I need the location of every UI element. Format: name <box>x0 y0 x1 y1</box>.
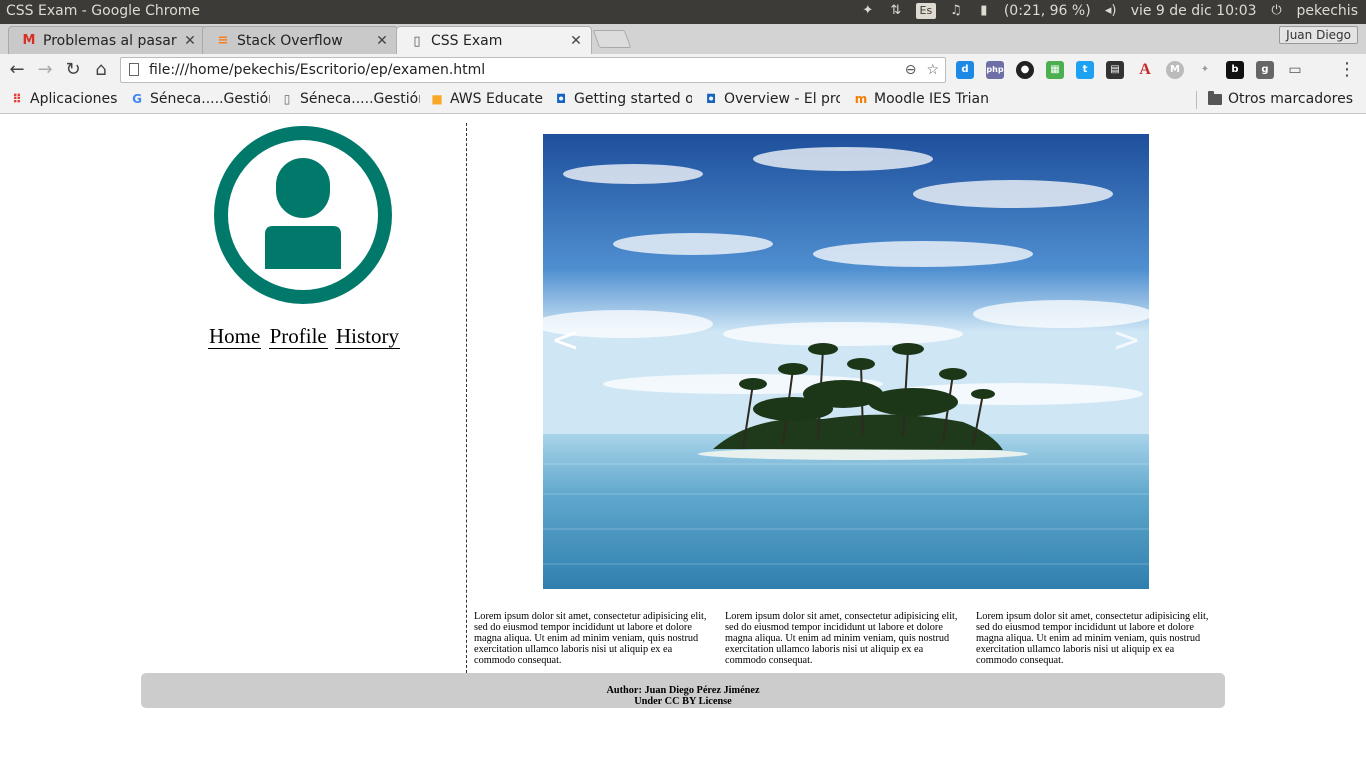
bookmarks-divider <box>1196 91 1197 109</box>
image-slider: < > <box>543 134 1149 589</box>
star-icon[interactable]: ☆ <box>926 58 939 82</box>
nav-link-history[interactable]: History <box>334 324 400 349</box>
sidebar: Home Profile History <box>141 123 467 673</box>
docs-icon: ◘ <box>705 92 717 106</box>
page-info-icon[interactable] <box>129 63 139 76</box>
system-tray: ✦ ⇅ Es ♫ ▮ (0:21, 96 %) ◂) vie 9 de dic … <box>860 3 1358 19</box>
forward-icon[interactable]: → <box>34 59 56 81</box>
user-avatar-icon <box>214 126 392 304</box>
tab-label: Problemas al pasar <box>43 32 177 49</box>
extension-a-icon[interactable]: A <box>1136 61 1154 79</box>
bell-icon[interactable]: ♫ <box>948 3 964 19</box>
bookmark-item[interactable]: G Séneca.....Gestión <box>130 91 270 107</box>
close-icon[interactable]: ✕ <box>375 33 389 49</box>
bookmark-item[interactable]: ■ AWS Educate <box>430 91 543 107</box>
slider-prev-button[interactable]: < <box>551 320 580 360</box>
footer-author: Author: Juan Diego Pérez Jiménez <box>606 685 760 696</box>
article-text: Lorem ipsum dolor sit amet, consectetur … <box>725 611 958 666</box>
new-tab-button[interactable] <box>592 30 632 48</box>
gmail-icon: M <box>22 33 36 48</box>
bookmark-other-folder[interactable]: Otros marcadores <box>1208 90 1353 107</box>
menu-icon[interactable]: ⋮ <box>1338 59 1356 80</box>
battery-status[interactable]: (0:21, 96 %) <box>1004 3 1091 19</box>
keyboard-layout-indicator[interactable]: Es <box>915 3 936 19</box>
page-icon: ▯ <box>413 33 421 49</box>
extension-d-icon[interactable]: d <box>956 61 974 79</box>
os-top-bar: CSS Exam - Google Chrome ✦ ⇅ Es ♫ ▮ (0:2… <box>0 0 1366 24</box>
web-page: Home Profile History < > Lorem ipsum dol… <box>0 115 1366 768</box>
browser-toolbar: ← → ↻ ⌂ file:///home/pekechis/Escritorio… <box>0 54 1366 86</box>
bookmark-item[interactable]: ▯ Séneca.....Gestión <box>280 91 420 107</box>
tab-stack-overflow[interactable]: ≡ Stack Overflow ✕ <box>202 26 398 54</box>
tropical-island-image <box>543 134 1149 589</box>
window-title: CSS Exam - Google Chrome <box>6 3 201 19</box>
volume-icon[interactable]: ◂) <box>1103 3 1119 19</box>
bookmark-item[interactable]: ◘ Overview - El pro <box>704 91 840 107</box>
tab-label: CSS Exam <box>431 33 503 49</box>
cast-icon[interactable]: ▭ <box>1286 61 1304 79</box>
zoom-icon[interactable]: ⊖ <box>905 58 917 82</box>
bookmarks-bar: ⠿ Aplicaciones G Séneca.....Gestión ▯ Sé… <box>0 86 1366 114</box>
reload-icon[interactable]: ↻ <box>62 59 84 81</box>
battery-icon[interactable]: ▮ <box>976 3 992 19</box>
clock[interactable]: vie 9 de dic 10:03 <box>1131 3 1257 19</box>
bookmark-item[interactable]: ◘ Getting started o <box>554 91 692 107</box>
dropbox-icon[interactable]: ✦ <box>1196 61 1214 79</box>
back-icon[interactable]: ← <box>6 59 28 81</box>
extension-b-icon[interactable]: b <box>1226 61 1244 79</box>
profile-button[interactable]: Juan Diego <box>1279 26 1358 44</box>
tab-label: Stack Overflow <box>237 32 343 49</box>
address-bar[interactable]: file:///home/pekechis/Escritorio/ep/exam… <box>120 57 946 83</box>
main-nav: Home Profile History <box>141 324 467 349</box>
slider-next-button[interactable]: > <box>1113 320 1142 360</box>
moodle-icon: m <box>854 92 868 106</box>
aws-box-icon: ■ <box>431 92 443 106</box>
power-icon[interactable]: ⏻ <box>1269 3 1285 19</box>
page-footer: Author: Juan Diego Pérez Jiménez Under C… <box>141 673 1225 708</box>
close-icon[interactable]: ✕ <box>569 33 583 49</box>
tab-css-exam[interactable]: ▯ CSS Exam ✕ <box>396 26 592 55</box>
bookmark-apps[interactable]: ⠿ Aplicaciones <box>10 91 117 107</box>
docs-icon: ◘ <box>555 92 567 106</box>
extension-js-icon[interactable]: ▦ <box>1046 61 1064 79</box>
extension-film-icon[interactable]: ▤ <box>1106 61 1124 79</box>
article-text: Lorem ipsum dolor sit amet, consectetur … <box>474 611 707 666</box>
tab-gmail[interactable]: M Problemas al pasar ✕ <box>8 26 206 54</box>
dropbox-tray-icon[interactable]: ✦ <box>860 3 876 19</box>
nav-link-profile[interactable]: Profile <box>268 324 328 349</box>
close-icon[interactable]: ✕ <box>183 33 197 49</box>
folder-icon <box>1208 90 1222 105</box>
page-icon: ▯ <box>283 92 291 106</box>
nav-link-home[interactable]: Home <box>208 324 262 349</box>
extension-color-icon[interactable]: ● <box>1016 61 1034 79</box>
apps-grid-icon: ⠿ <box>12 92 22 106</box>
articles-row: Lorem ipsum dolor sit amet, consectetur … <box>474 611 1224 666</box>
url-text[interactable]: file:///home/pekechis/Escritorio/ep/exam… <box>149 62 485 78</box>
stackoverflow-icon: ≡ <box>217 33 229 48</box>
extension-m-icon[interactable]: M <box>1166 61 1184 79</box>
article-text: Lorem ipsum dolor sit amet, consectetur … <box>976 611 1209 666</box>
network-icon[interactable]: ⇅ <box>888 3 904 19</box>
tab-strip: M Problemas al pasar ✕ ≡ Stack Overflow … <box>0 24 1366 55</box>
extension-twitter-icon[interactable]: t <box>1076 61 1094 79</box>
bookmark-item[interactable]: m Moodle IES Triana <box>854 91 990 107</box>
home-icon[interactable]: ⌂ <box>90 59 112 81</box>
extension-g-icon[interactable]: g <box>1256 61 1274 79</box>
extensions-bar: d php ● ▦ t ▤ A M ✦ b g ▭ <box>956 61 1304 79</box>
google-icon: G <box>132 92 142 106</box>
extension-php-icon[interactable]: php <box>986 61 1004 79</box>
footer-license: Under CC BY License <box>634 696 732 707</box>
session-user[interactable]: pekechis <box>1297 3 1358 19</box>
